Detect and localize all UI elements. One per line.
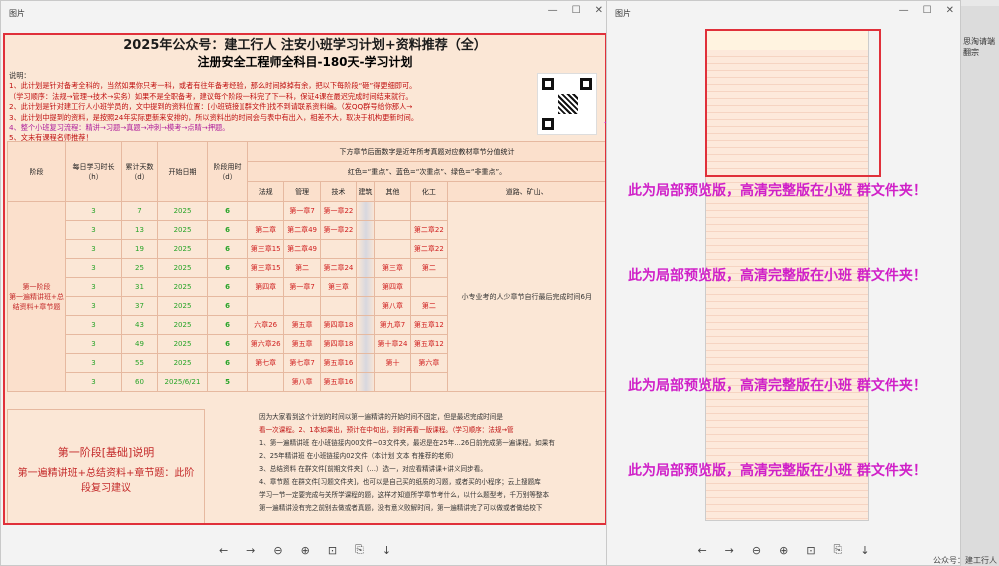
side-fragment: 思淘请端翻宗 <box>963 37 995 57</box>
note-line: 说明： <box>9 71 31 80</box>
image-viewer-window-left: 图片 — ☐ ✕ 2025年公众号：建工行人 注安小班学习计划+资料推荐（全） … <box>0 0 610 566</box>
close-button[interactable]: ✕ <box>946 5 954 16</box>
maximize-button[interactable]: ☐ <box>923 5 932 16</box>
phase-summary-desc: 第一遍精讲班+总结资料+章节题：此阶段复习建议 <box>17 468 195 494</box>
promo-text: 此为局部预览版，高清完整版在小班 群文件夹！ <box>628 268 927 284</box>
notes-block: 说明： 1、此计划是针对备考全科的，当然如果你只考一科，或者有往年备考经验，那么… <box>9 71 529 144</box>
subject-header: 技术 <box>319 181 358 202</box>
note-line: 4、整个小班复习流程：精讲→习题→真题→冲刺→模考→点睛→押题。 <box>9 123 230 133</box>
promo-text: 此为局部预览版，高清完整版在小班 群文件夹！ <box>628 183 927 199</box>
window-title: 图片 <box>615 8 631 18</box>
table-row: 第一阶段 第一遍精讲班+总结资料+章节题3720256第一章7第一章22·小专业… <box>7 201 605 392</box>
phase-note-line: 学习一节一定要完成与关所学课程的题，这样才知道所学章节考什么，以什么题型考，千万… <box>259 491 550 499</box>
download-icon[interactable]: ↓ <box>382 544 391 557</box>
phase-note-line: 1、第一遍精讲班 在小班链接内00文件~03文件夹，最迟是在25年…26日前完成… <box>259 439 555 447</box>
phase-note-line: 3、总结资料 在群文件[前期文件夹]（…）选一，对应看精讲课+讲义同步看。 <box>259 465 487 473</box>
phase-note-line: 2、25年精讲班 在小班链接内02文件（本计划 文本 有推荐的老师） <box>259 452 458 460</box>
titlebar: 图片 <box>1 1 609 25</box>
watermark: 公众号：建工行人 <box>933 556 997 565</box>
phase-note-line: 看一次课程。2、1本如果出，预计在中旬出，到时再看一版课程。（学习顺序：法规→管 <box>259 426 514 434</box>
promo-text: 此为局部预览版，高清完整版在小班 群文件夹！ <box>628 378 927 394</box>
side-note: 小专业考的人少章节自行最后完成时间6月 <box>446 201 605 392</box>
header-hours: 每日学习时长（h） <box>65 141 122 202</box>
next-arrow-icon[interactable]: → <box>725 544 734 557</box>
prev-arrow-icon[interactable]: ← <box>697 544 706 557</box>
actual-size-icon[interactable]: ⊡ <box>328 544 337 557</box>
viewer-toolbar: ← → ⊖ ⊕ ⊡ ⎘ ↓ <box>607 539 960 561</box>
subject-header: 法规 <box>246 181 285 202</box>
close-button[interactable]: ✕ <box>595 5 603 16</box>
actual-size-icon[interactable]: ⊡ <box>806 544 815 557</box>
phase-summary-title: 第一阶段[基础]说明 <box>57 446 155 459</box>
phase-note-line: 第一遍精讲没有完之前别去做或者真题，没有意义败解时间，第一遍精讲完了可以做或者做… <box>259 504 543 512</box>
download-icon[interactable]: ↓ <box>860 544 869 557</box>
window-controls: — ☐ ✕ <box>899 5 954 16</box>
legend: 红色=“重点”、蓝色=“次重点”、绿色=“非重点”。 <box>247 161 605 182</box>
subject-header: 其他 <box>373 181 412 202</box>
maximize-button[interactable]: ☐ <box>572 5 581 16</box>
subject-header: 道路、矿山、 <box>446 181 605 202</box>
subject-header: 管理 <box>283 181 321 202</box>
header-note: 下方章节后面数字是近年所考真题对应教材章节分值统计 <box>247 141 605 162</box>
next-arrow-icon[interactable]: → <box>246 544 255 557</box>
zoom-in-icon[interactable]: ⊕ <box>779 544 788 557</box>
minimize-button[interactable]: — <box>899 5 909 16</box>
minimize-button[interactable]: — <box>548 5 558 16</box>
plan-table: 阶段 每日学习时长（h） 累计天数（d） 开始日期 阶段用时（d） 下方章节后面… <box>7 141 605 392</box>
zoom-in-icon[interactable]: ⊕ <box>301 544 310 557</box>
header-used: 阶段用时（d） <box>207 141 248 202</box>
window-title: 图片 <box>9 8 25 18</box>
viewer-toolbar: ← → ⊖ ⊕ ⊡ ⎘ ↓ <box>1 539 609 561</box>
subject-header: 建筑 <box>356 181 375 202</box>
header-days: 累计天数（d） <box>121 141 158 202</box>
phase-summary: 第一阶段[基础]说明 第一遍精讲班+总结资料+章节题：此阶段复习建议 <box>7 409 205 523</box>
zoom-out-icon[interactable]: ⊖ <box>273 544 282 557</box>
header-phase: 阶段 <box>7 141 66 202</box>
highlight-frame <box>705 29 881 177</box>
doc-title: 2025年公众号：建工行人 注安小班学习计划+资料推荐（全） <box>123 38 487 53</box>
prev-arrow-icon[interactable]: ← <box>219 544 228 557</box>
window-controls: — ☐ ✕ <box>548 5 603 16</box>
note-line: 1、此计划是针对备考全科的，当然如果你只考一科，或者有往年备考经验，那么时间掉掉… <box>9 81 417 91</box>
zoom-out-icon[interactable]: ⊖ <box>752 544 761 557</box>
share-icon[interactable]: ⎘ <box>355 543 364 557</box>
subject-header: 化工 <box>410 181 448 202</box>
phase-label: 第一阶段 第一遍精讲班+总结资料+章节题 <box>7 201 66 392</box>
phase-notes: 因为大家看到这个计划的时间以第一遍精讲的开始时间不固定，但是最迟完成时间是 看一… <box>257 409 605 523</box>
promo-text: 此为局部预览版，高清完整版在小班 群文件夹！ <box>628 463 927 479</box>
study-plan-image: 2025年公众号：建工行人 注安小班学习计划+资料推荐（全） 注册安全工程师全科… <box>3 33 607 525</box>
phase-note-line: 4、章节题 在群文件[习题文件夹]，也可以是自己买的纸质的习题，或者买的小程序；… <box>259 478 541 486</box>
share-icon[interactable]: ⎘ <box>834 543 843 557</box>
qr-code-image <box>537 73 597 135</box>
phase-note-line: 因为大家看到这个计划的时间以第一遍精讲的开始时间不固定，但是最迟完成时间是 <box>259 413 503 421</box>
header-date: 开始日期 <box>157 141 208 202</box>
doc-subtitle: 注册安全工程师全科目-180天-学习计划 <box>197 55 413 69</box>
note-line: （学习顺序：法规→管理→技术→实务）如果不是全职备考，建议每个阶段一科完了下一科… <box>9 91 413 101</box>
note-line: 2、此计划是针对建工行人小班学员的，文中提到的资料位置：[小班链接][群文件]找… <box>9 102 413 112</box>
note-line: 3、此计划中提到的资料，是按照24年实际更新来安排的，所以资料出的时间会与表中有… <box>9 112 419 122</box>
